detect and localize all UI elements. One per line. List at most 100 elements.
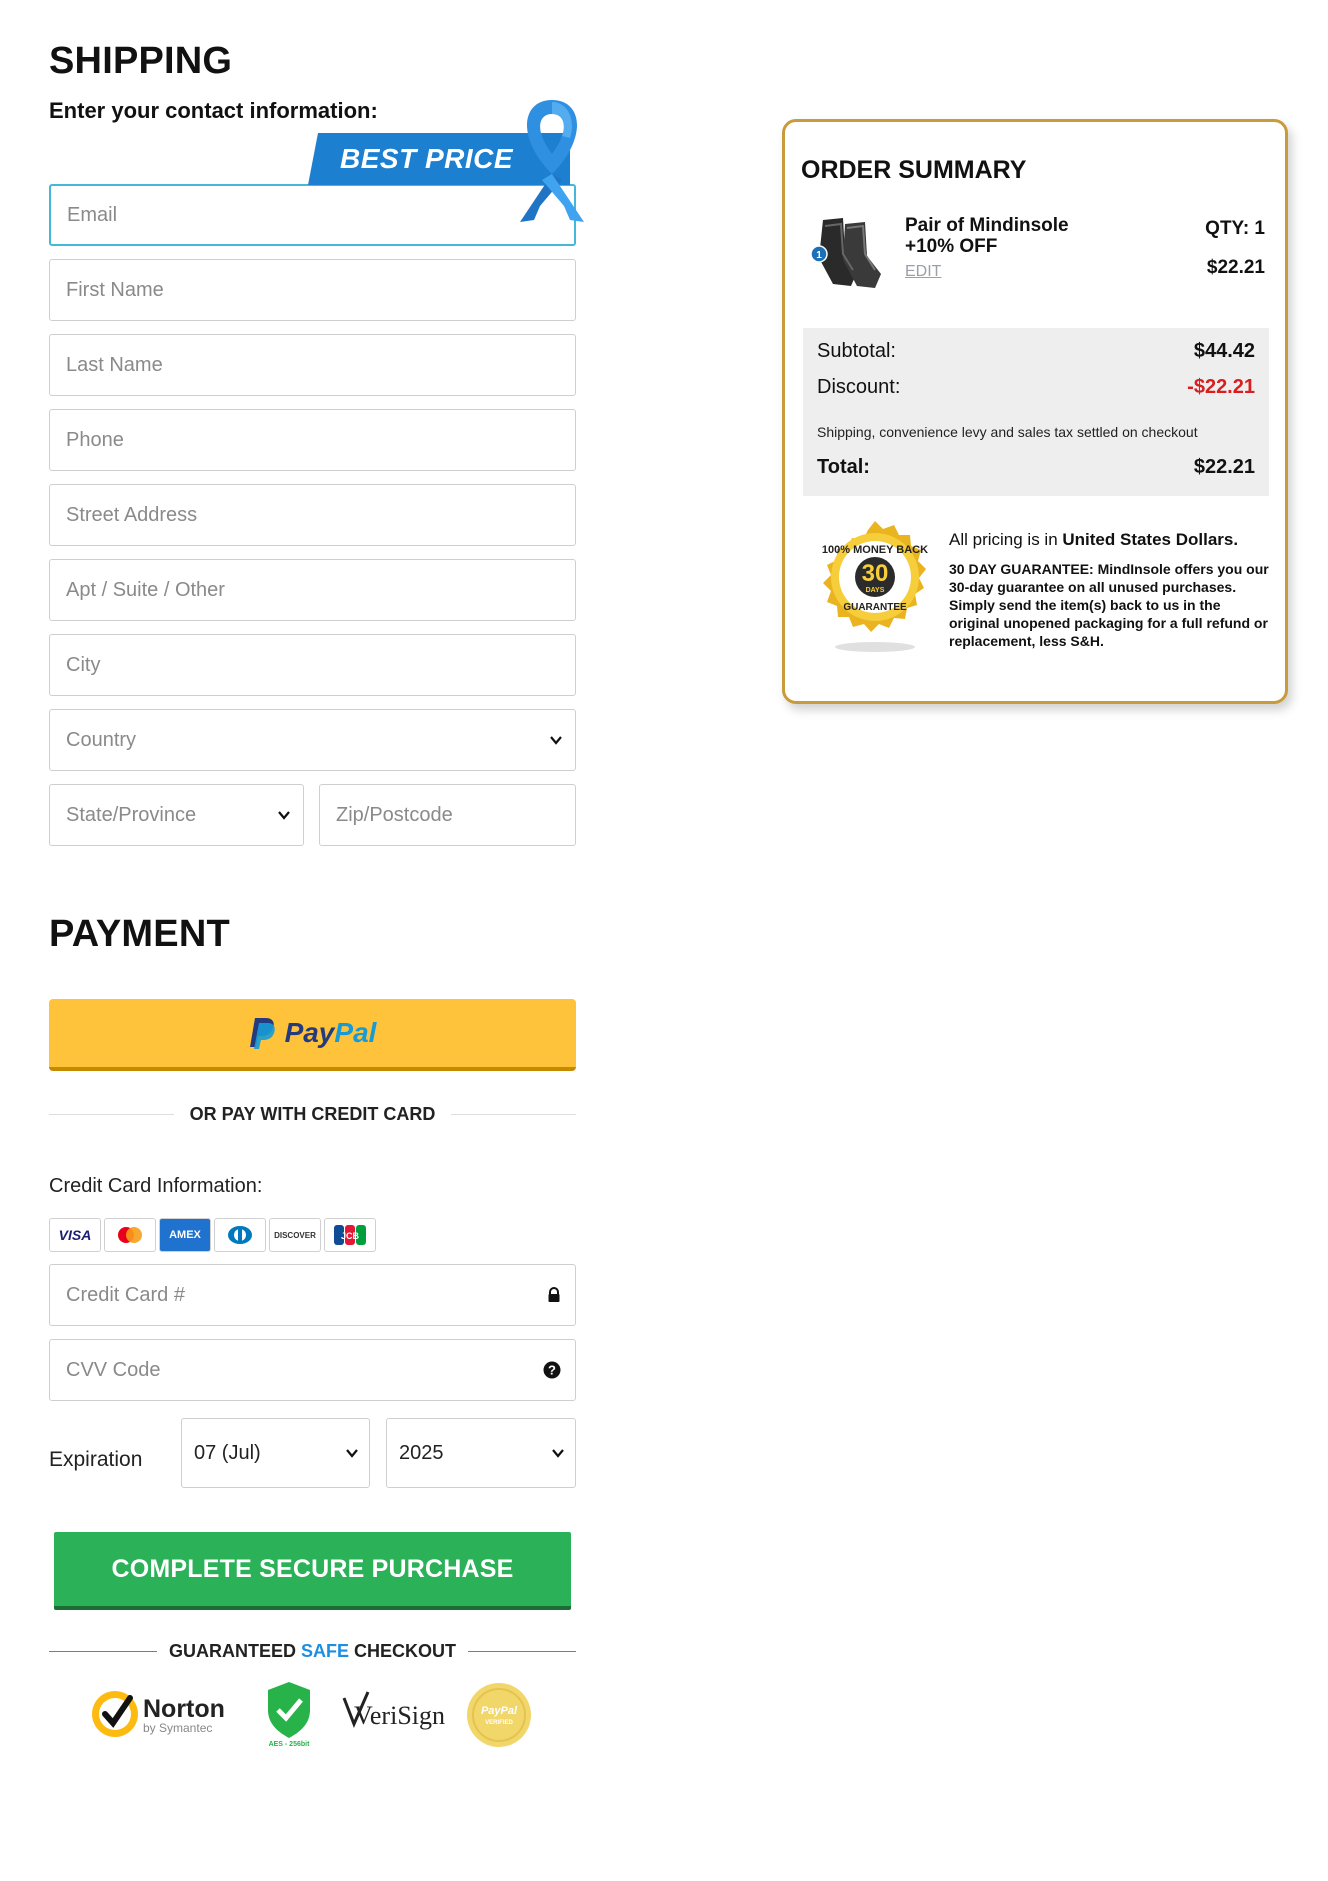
paypal-logo-icon <box>249 1018 275 1049</box>
pricing-currency: United States Dollars. <box>1062 530 1239 549</box>
total-value: $22.21 <box>1193 456 1255 478</box>
city-field[interactable]: City <box>49 634 576 696</box>
paypal-verified-label: PayPal <box>481 1705 518 1717</box>
norton-label: Norton <box>143 1695 225 1723</box>
last-name-field[interactable]: Last Name <box>49 334 576 396</box>
best-price-label: BEST PRICE <box>340 143 514 174</box>
phone-placeholder: Phone <box>66 428 124 451</box>
guarantee-safe: SAFE <box>301 1640 350 1661</box>
total-label: Total: <box>817 456 870 478</box>
discount-value: -$22.21 <box>1187 376 1255 398</box>
first-name-placeholder: First Name <box>66 278 164 301</box>
first-name-field[interactable]: First Name <box>49 259 576 321</box>
norton-sub-label: by Symantec <box>143 1721 212 1735</box>
edit-link[interactable]: EDIT <box>905 263 941 281</box>
seal-days: DAYS <box>866 587 885 594</box>
expiration-month-value: 07 (Jul) <box>194 1441 261 1464</box>
pricing-pre: All pricing is in <box>949 530 1063 549</box>
discover-icon: DISCOVER <box>269 1218 321 1252</box>
email-field[interactable]: Email <box>49 184 576 246</box>
street-address-field[interactable]: Street Address <box>49 484 576 546</box>
pricing-currency-note: All pricing is in United States Dollars. <box>949 530 1269 550</box>
verisign-label: VeriSign <box>354 1701 445 1730</box>
chevron-down-icon <box>278 811 290 820</box>
jcb-label: JCB <box>341 1231 360 1241</box>
paypal-verified-badge: PayPal VERIFIED <box>467 1683 531 1747</box>
product-price: $22.21 <box>1206 257 1265 278</box>
credit-card-number-field[interactable]: Credit Card # <box>49 1264 576 1326</box>
mastercard-icon <box>104 1218 156 1252</box>
totals-box: Subtotal: $44.42 Discount: -$22.21 Shipp… <box>803 328 1269 496</box>
norton-badge: Norton by Symantec <box>92 1691 225 1737</box>
product-thumbnail: 1 <box>810 218 881 288</box>
guarantee-info: All pricing is in United States Dollars.… <box>949 530 1269 650</box>
verisign-badge: VeriSign <box>342 1691 445 1730</box>
chevron-down-icon <box>550 736 562 745</box>
amex-icon: AMEX <box>159 1218 211 1252</box>
street-address-placeholder: Street Address <box>66 503 198 526</box>
apt-suite-field[interactable]: Apt / Suite / Other <box>49 559 576 621</box>
paypal-button[interactable]: PayPal <box>49 999 576 1071</box>
email-placeholder: Email <box>67 203 118 226</box>
discover-label: DISCOVER <box>274 1230 316 1240</box>
zip-postcode-field[interactable]: Zip/Postcode <box>319 784 576 846</box>
last-name-placeholder: Last Name <box>66 353 163 376</box>
apt-suite-placeholder: Apt / Suite / Other <box>66 578 225 601</box>
expiration-year-value: 2025 <box>399 1441 444 1464</box>
seal-number: 30 <box>862 560 889 587</box>
payment-title: PAYMENT <box>49 913 230 955</box>
shipping-note: Shipping, convenience levy and sales tax… <box>817 424 1198 440</box>
city-placeholder: City <box>66 653 101 676</box>
question-circle-icon[interactable]: ? <box>543 1361 561 1379</box>
seal-bottom-text: GUARANTEE <box>843 602 907 613</box>
amex-label: AMEX <box>169 1229 201 1241</box>
total-row: Total: $22.21 <box>817 456 1255 479</box>
paypal-wordmark: PayPal <box>285 1017 377 1049</box>
complete-purchase-button[interactable]: COMPLETE SECURE PURCHASE <box>54 1532 571 1610</box>
contact-subtitle: Enter your contact information: <box>49 98 378 123</box>
credit-card-placeholder: Credit Card # <box>66 1283 185 1306</box>
shipping-title: SHIPPING <box>49 40 233 82</box>
visa-icon: VISA <box>49 1218 101 1252</box>
expiration-month-select[interactable]: 07 (Jul) <box>181 1418 370 1488</box>
lock-icon <box>548 1287 560 1302</box>
awareness-ribbon-icon <box>520 100 584 222</box>
discount-label: Discount: <box>817 376 901 398</box>
paypal-pay: Pay <box>284 1017 335 1048</box>
paypal-verified-sub: VERIFIED <box>485 1720 513 1726</box>
subtotal-label: Subtotal: <box>817 340 896 362</box>
guaranteed-safe-checkout: GUARANTEED SAFE CHECKOUT <box>49 1640 576 1662</box>
guarantee-post: CHECKOUT <box>349 1640 457 1661</box>
aes-label: AES - 256bit <box>269 1741 311 1748</box>
or-credit-divider: OR PAY WITH CREDIT CARD <box>49 1104 576 1124</box>
money-back-guarantee-seal: 30 DAYS 100% MONEY BACK GUARANTEE <box>822 521 928 652</box>
product-quantity: QTY: 1 <box>1205 218 1265 239</box>
aes-shield-badge: AES - 256bit <box>268 1682 311 1748</box>
phone-field[interactable]: Phone <box>49 409 576 471</box>
guaranteed-safe-checkout-label: GUARANTEED SAFE CHECKOUT <box>157 1641 468 1662</box>
state-province-select[interactable]: State/Province <box>49 784 304 846</box>
expiration-year-select[interactable]: 2025 <box>386 1418 576 1488</box>
expiration-label: Expiration <box>49 1448 143 1471</box>
cvv-placeholder: CVV Code <box>66 1358 161 1381</box>
guarantee-pre: GUARANTEED <box>168 1640 301 1661</box>
or-credit-label: OR PAY WITH CREDIT CARD <box>189 1103 436 1124</box>
country-select[interactable]: Country <box>49 709 576 771</box>
state-province-placeholder: State/Province <box>66 803 197 826</box>
chevron-down-icon <box>346 1449 358 1458</box>
paypal-pal: Pal <box>334 1017 377 1048</box>
diners-icon <box>214 1218 266 1252</box>
subtotal-row: Subtotal: $44.42 <box>817 340 1255 363</box>
zip-postcode-placeholder: Zip/Postcode <box>336 803 453 826</box>
jcb-icon: JCB <box>324 1218 376 1252</box>
subtotal-value: $44.42 <box>1193 340 1255 362</box>
product-name: Pair of Mindinsole +10% OFF <box>905 215 1069 257</box>
chevron-down-icon <box>552 1449 564 1458</box>
product-qty-badge: 1 <box>816 250 822 261</box>
visa-label: VISA <box>58 1227 92 1243</box>
seal-top-text: 100% MONEY BACK <box>822 544 928 556</box>
cvv-field[interactable]: CVV Code ? <box>49 1339 576 1401</box>
order-summary-panel: ORDER SUMMARY 1 Pair of Mindinsole +10% … <box>782 119 1288 704</box>
card-logos: VISA AMEX DISCOVER JCB <box>49 1218 376 1252</box>
country-placeholder: Country <box>66 728 137 751</box>
